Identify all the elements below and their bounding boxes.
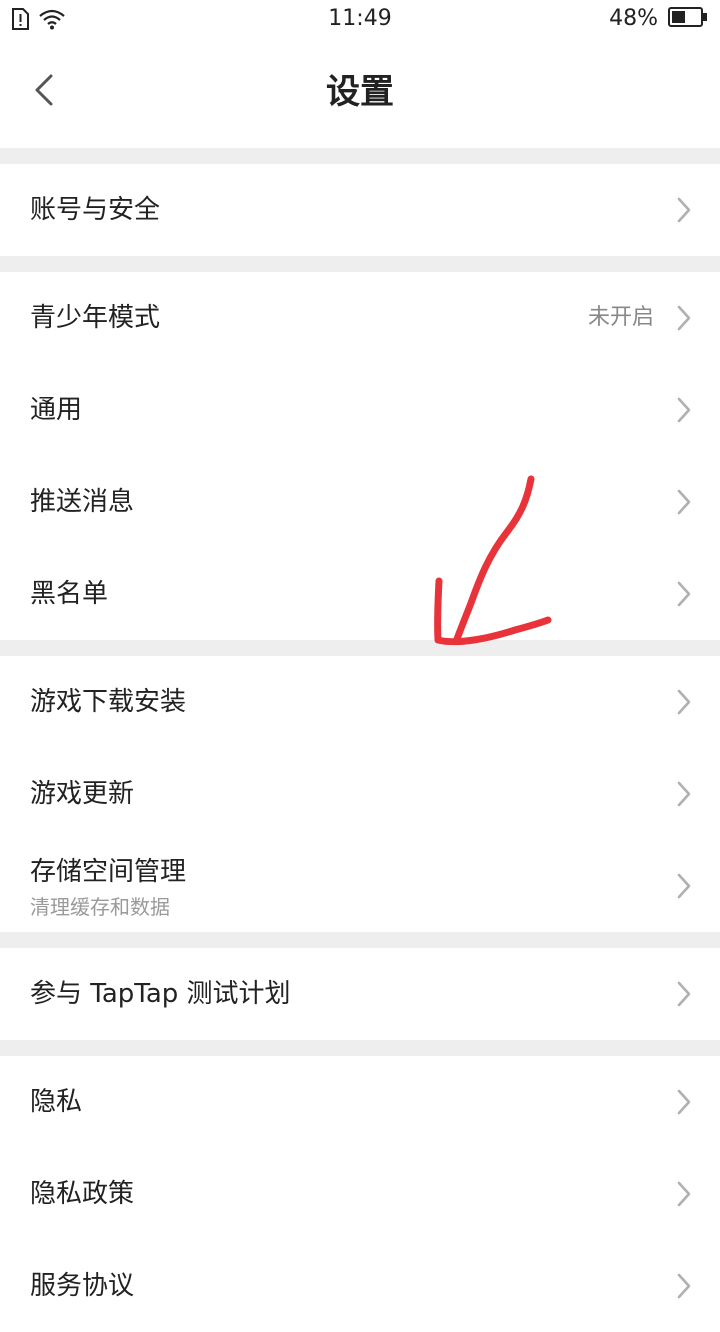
chevron-right-icon [676, 580, 692, 608]
status-right: 48% [609, 6, 708, 32]
row-label: 黑名单 [30, 579, 109, 609]
group-divider [0, 148, 720, 164]
settings-row-privacy[interactable]: 隐私 [0, 1056, 720, 1148]
settings-row-taptap-test-program[interactable]: 参与 TapTap 测试计划 [0, 948, 720, 1040]
settings-row-privacy-policy[interactable]: 隐私政策 [0, 1148, 720, 1240]
row-label: 游戏更新 [30, 779, 135, 809]
group-divider [0, 1040, 720, 1056]
header: 设置 [0, 38, 720, 148]
settings-row-teen-mode[interactable]: 青少年模式 未开启 [0, 272, 720, 364]
chevron-right-icon [676, 780, 692, 808]
settings-row-blacklist[interactable]: 黑名单 [0, 548, 720, 640]
chevron-right-icon [676, 688, 692, 716]
settings-row-game-download-install[interactable]: 游戏下载安装 [0, 656, 720, 748]
battery-percent: 48% [609, 6, 658, 31]
status-bar: 11:49 48% [0, 0, 720, 38]
chevron-right-icon [676, 304, 692, 332]
row-label: 隐私政策 [30, 1179, 135, 1209]
chevron-right-icon [676, 1180, 692, 1208]
settings-row-terms-of-service[interactable]: 服务协议 [0, 1240, 720, 1332]
page-title: 设置 [326, 72, 394, 112]
row-label: 青少年模式 [30, 303, 161, 333]
row-subtitle: 清理缓存和数据 [30, 895, 170, 919]
row-label: 游戏下载安装 [30, 687, 187, 717]
row-label: 存储空间管理 [30, 857, 187, 887]
settings-list: 账号与安全 青少年模式 未开启 通用 推送消息 黑名单 游戏下载安装 游戏更新 … [0, 148, 720, 1332]
row-label: 隐私 [30, 1087, 83, 1117]
group-divider [0, 640, 720, 656]
group-divider [0, 256, 720, 272]
row-label: 账号与安全 [30, 195, 161, 225]
battery-level-fill [672, 11, 685, 23]
chevron-right-icon [676, 872, 692, 900]
chevron-right-icon [676, 1088, 692, 1116]
settings-row-account-security[interactable]: 账号与安全 [0, 164, 720, 256]
chevron-right-icon [676, 396, 692, 424]
settings-row-general[interactable]: 通用 [0, 364, 720, 456]
row-label: 通用 [30, 395, 83, 425]
settings-row-push-notifications[interactable]: 推送消息 [0, 456, 720, 548]
settings-row-storage-management[interactable]: 存储空间管理 清理缓存和数据 [0, 840, 720, 932]
chevron-right-icon [676, 196, 692, 224]
chevron-right-icon [676, 980, 692, 1008]
chevron-right-icon [676, 1272, 692, 1300]
battery-icon [668, 7, 708, 31]
group-divider [0, 932, 720, 948]
chevron-right-icon [676, 488, 692, 516]
row-label: 推送消息 [30, 487, 135, 517]
row-value: 未开启 [587, 305, 654, 330]
row-label: 服务协议 [30, 1271, 135, 1301]
settings-row-game-updates[interactable]: 游戏更新 [0, 748, 720, 840]
row-label: 参与 TapTap 测试计划 [30, 979, 291, 1009]
